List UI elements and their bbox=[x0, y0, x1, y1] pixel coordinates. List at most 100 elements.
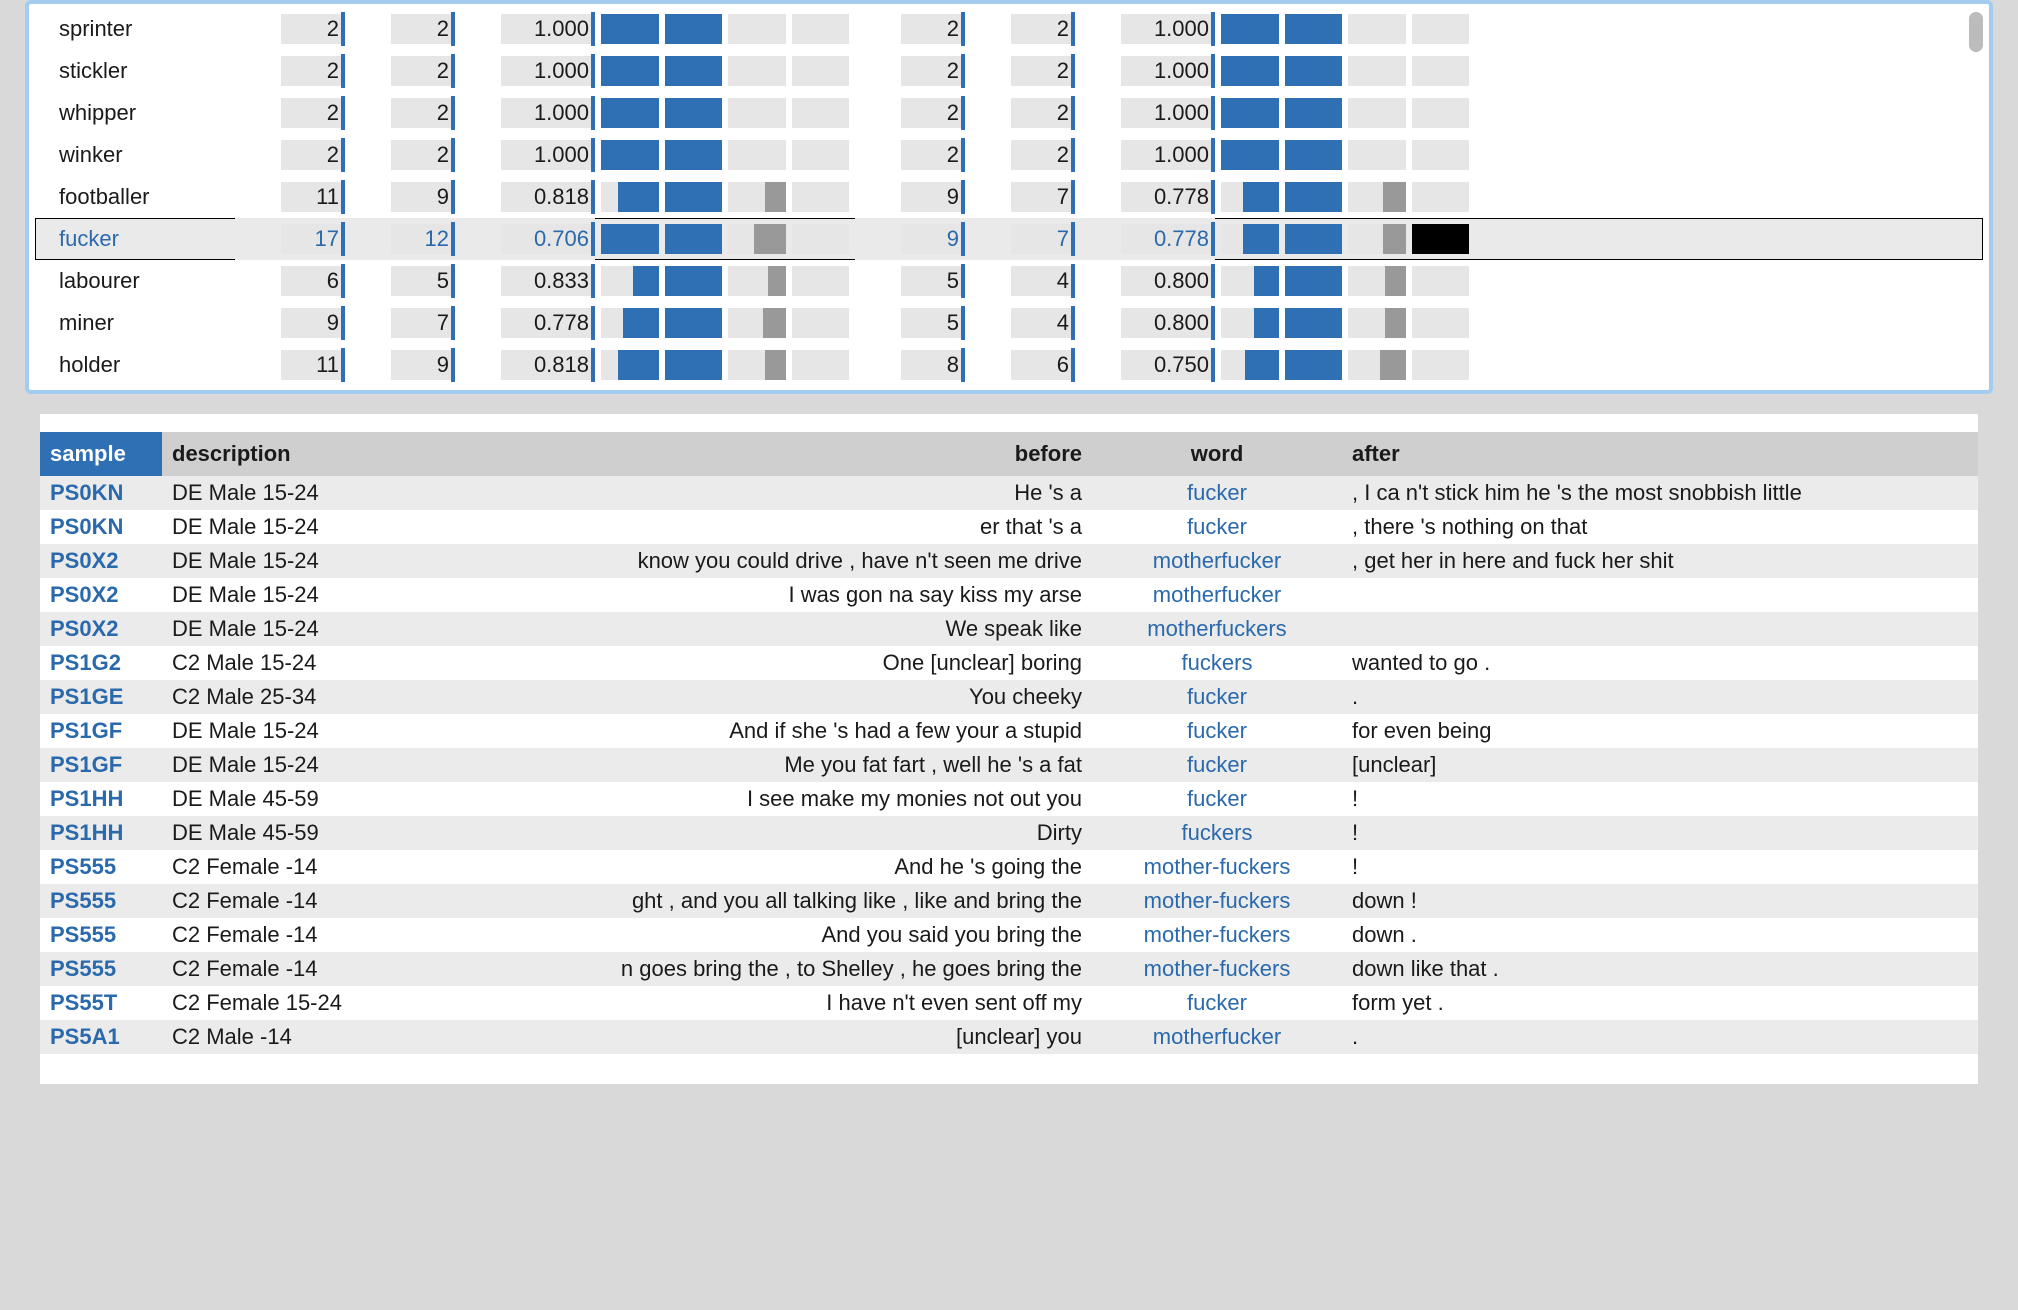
concordance-row[interactable]: PS555C2 Female -14And he 's going themot… bbox=[40, 850, 1978, 884]
concordance-row[interactable]: PS0X2DE Male 15-24I was gon na say kiss … bbox=[40, 578, 1978, 612]
frequency-value: 5 bbox=[855, 302, 965, 344]
keyword[interactable]: fucker bbox=[1092, 476, 1342, 510]
frequency-row[interactable]: sprinter221.000221.000 bbox=[35, 8, 1983, 50]
sample-id[interactable]: PS0X2 bbox=[40, 544, 162, 578]
sample-id[interactable]: PS55T bbox=[40, 986, 162, 1020]
sample-id[interactable]: PS0X2 bbox=[40, 612, 162, 646]
concordance-row[interactable]: PS5A1C2 Male -14[unclear] youmotherfucke… bbox=[40, 1020, 1978, 1054]
context-before: I see make my monies not out you bbox=[442, 782, 1092, 816]
keyword[interactable]: fucker bbox=[1092, 782, 1342, 816]
description: DE Male 15-24 bbox=[162, 748, 442, 782]
keyword[interactable]: fucker bbox=[1092, 748, 1342, 782]
keyword[interactable]: fucker bbox=[1092, 510, 1342, 544]
frequency-row[interactable]: miner970.778540.800 bbox=[35, 302, 1983, 344]
frequency-value: 0.833 bbox=[455, 260, 595, 302]
sample-id[interactable]: PS0X2 bbox=[40, 578, 162, 612]
sample-id[interactable]: PS555 bbox=[40, 918, 162, 952]
sample-id[interactable]: PS1GE bbox=[40, 680, 162, 714]
description: DE Male 15-24 bbox=[162, 544, 442, 578]
concordance-row[interactable]: PS1GFDE Male 15-24Me you fat fart , well… bbox=[40, 748, 1978, 782]
concordance-row[interactable]: PS555C2 Female -14n goes bring the , to … bbox=[40, 952, 1978, 986]
sample-id[interactable]: PS1HH bbox=[40, 782, 162, 816]
sample-id[interactable]: PS555 bbox=[40, 884, 162, 918]
context-before: We speak like bbox=[442, 612, 1092, 646]
concordance-row[interactable]: PS55TC2 Female 15-24I have n't even sent… bbox=[40, 986, 1978, 1020]
keyword[interactable]: mother-fuckers bbox=[1092, 952, 1342, 986]
concordance-row[interactable]: PS1HHDE Male 45-59I see make my monies n… bbox=[40, 782, 1978, 816]
frequency-value: 9 bbox=[235, 302, 345, 344]
concordance-row[interactable]: PS555C2 Female -14ght , and you all talk… bbox=[40, 884, 1978, 918]
frequency-bars bbox=[1215, 302, 1475, 344]
concordance-row[interactable]: PS0KNDE Male 15-24He 's afucker, I ca n'… bbox=[40, 476, 1978, 510]
context-before: er that 's a bbox=[442, 510, 1092, 544]
description: DE Male 15-24 bbox=[162, 714, 442, 748]
header-before[interactable]: before bbox=[442, 432, 1092, 476]
frequency-value: 2 bbox=[345, 8, 455, 50]
keyword[interactable]: motherfucker bbox=[1092, 1020, 1342, 1054]
context-before: And you said you bring the bbox=[442, 918, 1092, 952]
sample-id[interactable]: PS0KN bbox=[40, 510, 162, 544]
scrollbar-thumb[interactable] bbox=[1969, 12, 1983, 52]
frequency-row[interactable]: whipper221.000221.000 bbox=[35, 92, 1983, 134]
keyword[interactable]: motherfucker bbox=[1092, 578, 1342, 612]
frequency-row[interactable]: stickler221.000221.000 bbox=[35, 50, 1983, 92]
concordance-row[interactable]: PS1G2C2 Male 15-24One [unclear] boringfu… bbox=[40, 646, 1978, 680]
frequency-bars bbox=[1215, 344, 1475, 386]
frequency-value: 2 bbox=[345, 92, 455, 134]
keyword[interactable]: fuckers bbox=[1092, 646, 1342, 680]
description: C2 Male 25-34 bbox=[162, 680, 442, 714]
frequency-row[interactable]: footballer1190.818970.778 bbox=[35, 176, 1983, 218]
concordance-row[interactable]: PS1GFDE Male 15-24And if she 's had a fe… bbox=[40, 714, 1978, 748]
keyword[interactable]: fucker bbox=[1092, 986, 1342, 1020]
frequency-row[interactable]: winker221.000221.000 bbox=[35, 134, 1983, 176]
frequency-value: 2 bbox=[235, 92, 345, 134]
header-after[interactable]: after bbox=[1342, 432, 1978, 476]
frequency-row[interactable]: fucker17120.706970.778 bbox=[35, 218, 1983, 260]
sample-id[interactable]: PS0KN bbox=[40, 476, 162, 510]
sample-id[interactable]: PS555 bbox=[40, 952, 162, 986]
frequency-value: 7 bbox=[965, 176, 1075, 218]
keyword[interactable]: mother-fuckers bbox=[1092, 884, 1342, 918]
concordance-row[interactable]: PS1GEC2 Male 25-34You cheekyfucker. bbox=[40, 680, 1978, 714]
context-after: ! bbox=[1342, 782, 1978, 816]
sample-id[interactable]: PS5A1 bbox=[40, 1020, 162, 1054]
frequency-row[interactable]: labourer650.833540.800 bbox=[35, 260, 1983, 302]
concordance-row[interactable]: PS0KNDE Male 15-24er that 's afucker, th… bbox=[40, 510, 1978, 544]
concordance-table: sample description before word after PS0… bbox=[40, 432, 1978, 1054]
keyword[interactable]: fucker bbox=[1092, 714, 1342, 748]
frequency-value: 1.000 bbox=[1075, 92, 1215, 134]
frequency-term: footballer bbox=[35, 176, 235, 218]
frequency-value: 2 bbox=[965, 8, 1075, 50]
sample-id[interactable]: PS555 bbox=[40, 850, 162, 884]
frequency-value: 2 bbox=[345, 50, 455, 92]
header-sample[interactable]: sample bbox=[40, 432, 162, 476]
header-description[interactable]: description bbox=[162, 432, 442, 476]
keyword[interactable]: motherfucker bbox=[1092, 544, 1342, 578]
header-word[interactable]: word bbox=[1092, 432, 1342, 476]
sample-id[interactable]: PS1HH bbox=[40, 816, 162, 850]
context-before: know you could drive , have n't seen me … bbox=[442, 544, 1092, 578]
keyword[interactable]: motherfuckers bbox=[1092, 612, 1342, 646]
frequency-value: 2 bbox=[965, 134, 1075, 176]
sample-id[interactable]: PS1GF bbox=[40, 748, 162, 782]
context-before: n goes bring the , to Shelley , he goes … bbox=[442, 952, 1092, 986]
frequency-value: 1.000 bbox=[1075, 50, 1215, 92]
concordance-row[interactable]: PS0X2DE Male 15-24know you could drive ,… bbox=[40, 544, 1978, 578]
frequency-value: 11 bbox=[235, 176, 345, 218]
context-after: ! bbox=[1342, 850, 1978, 884]
sample-id[interactable]: PS1GF bbox=[40, 714, 162, 748]
frequency-value: 6 bbox=[965, 344, 1075, 386]
sample-id[interactable]: PS1G2 bbox=[40, 646, 162, 680]
concordance-panel: sample description before word after PS0… bbox=[40, 414, 1978, 1084]
keyword[interactable]: fuckers bbox=[1092, 816, 1342, 850]
keyword[interactable]: fucker bbox=[1092, 680, 1342, 714]
context-after: wanted to go . bbox=[1342, 646, 1978, 680]
concordance-row[interactable]: PS0X2DE Male 15-24We speak likemotherfuc… bbox=[40, 612, 1978, 646]
concordance-row[interactable]: PS555C2 Female -14And you said you bring… bbox=[40, 918, 1978, 952]
scrollbar[interactable] bbox=[1969, 12, 1983, 52]
frequency-value: 0.778 bbox=[1075, 218, 1215, 260]
frequency-row[interactable]: holder1190.818860.750 bbox=[35, 344, 1983, 386]
keyword[interactable]: mother-fuckers bbox=[1092, 850, 1342, 884]
keyword[interactable]: mother-fuckers bbox=[1092, 918, 1342, 952]
concordance-row[interactable]: PS1HHDE Male 45-59Dirtyfuckers! bbox=[40, 816, 1978, 850]
